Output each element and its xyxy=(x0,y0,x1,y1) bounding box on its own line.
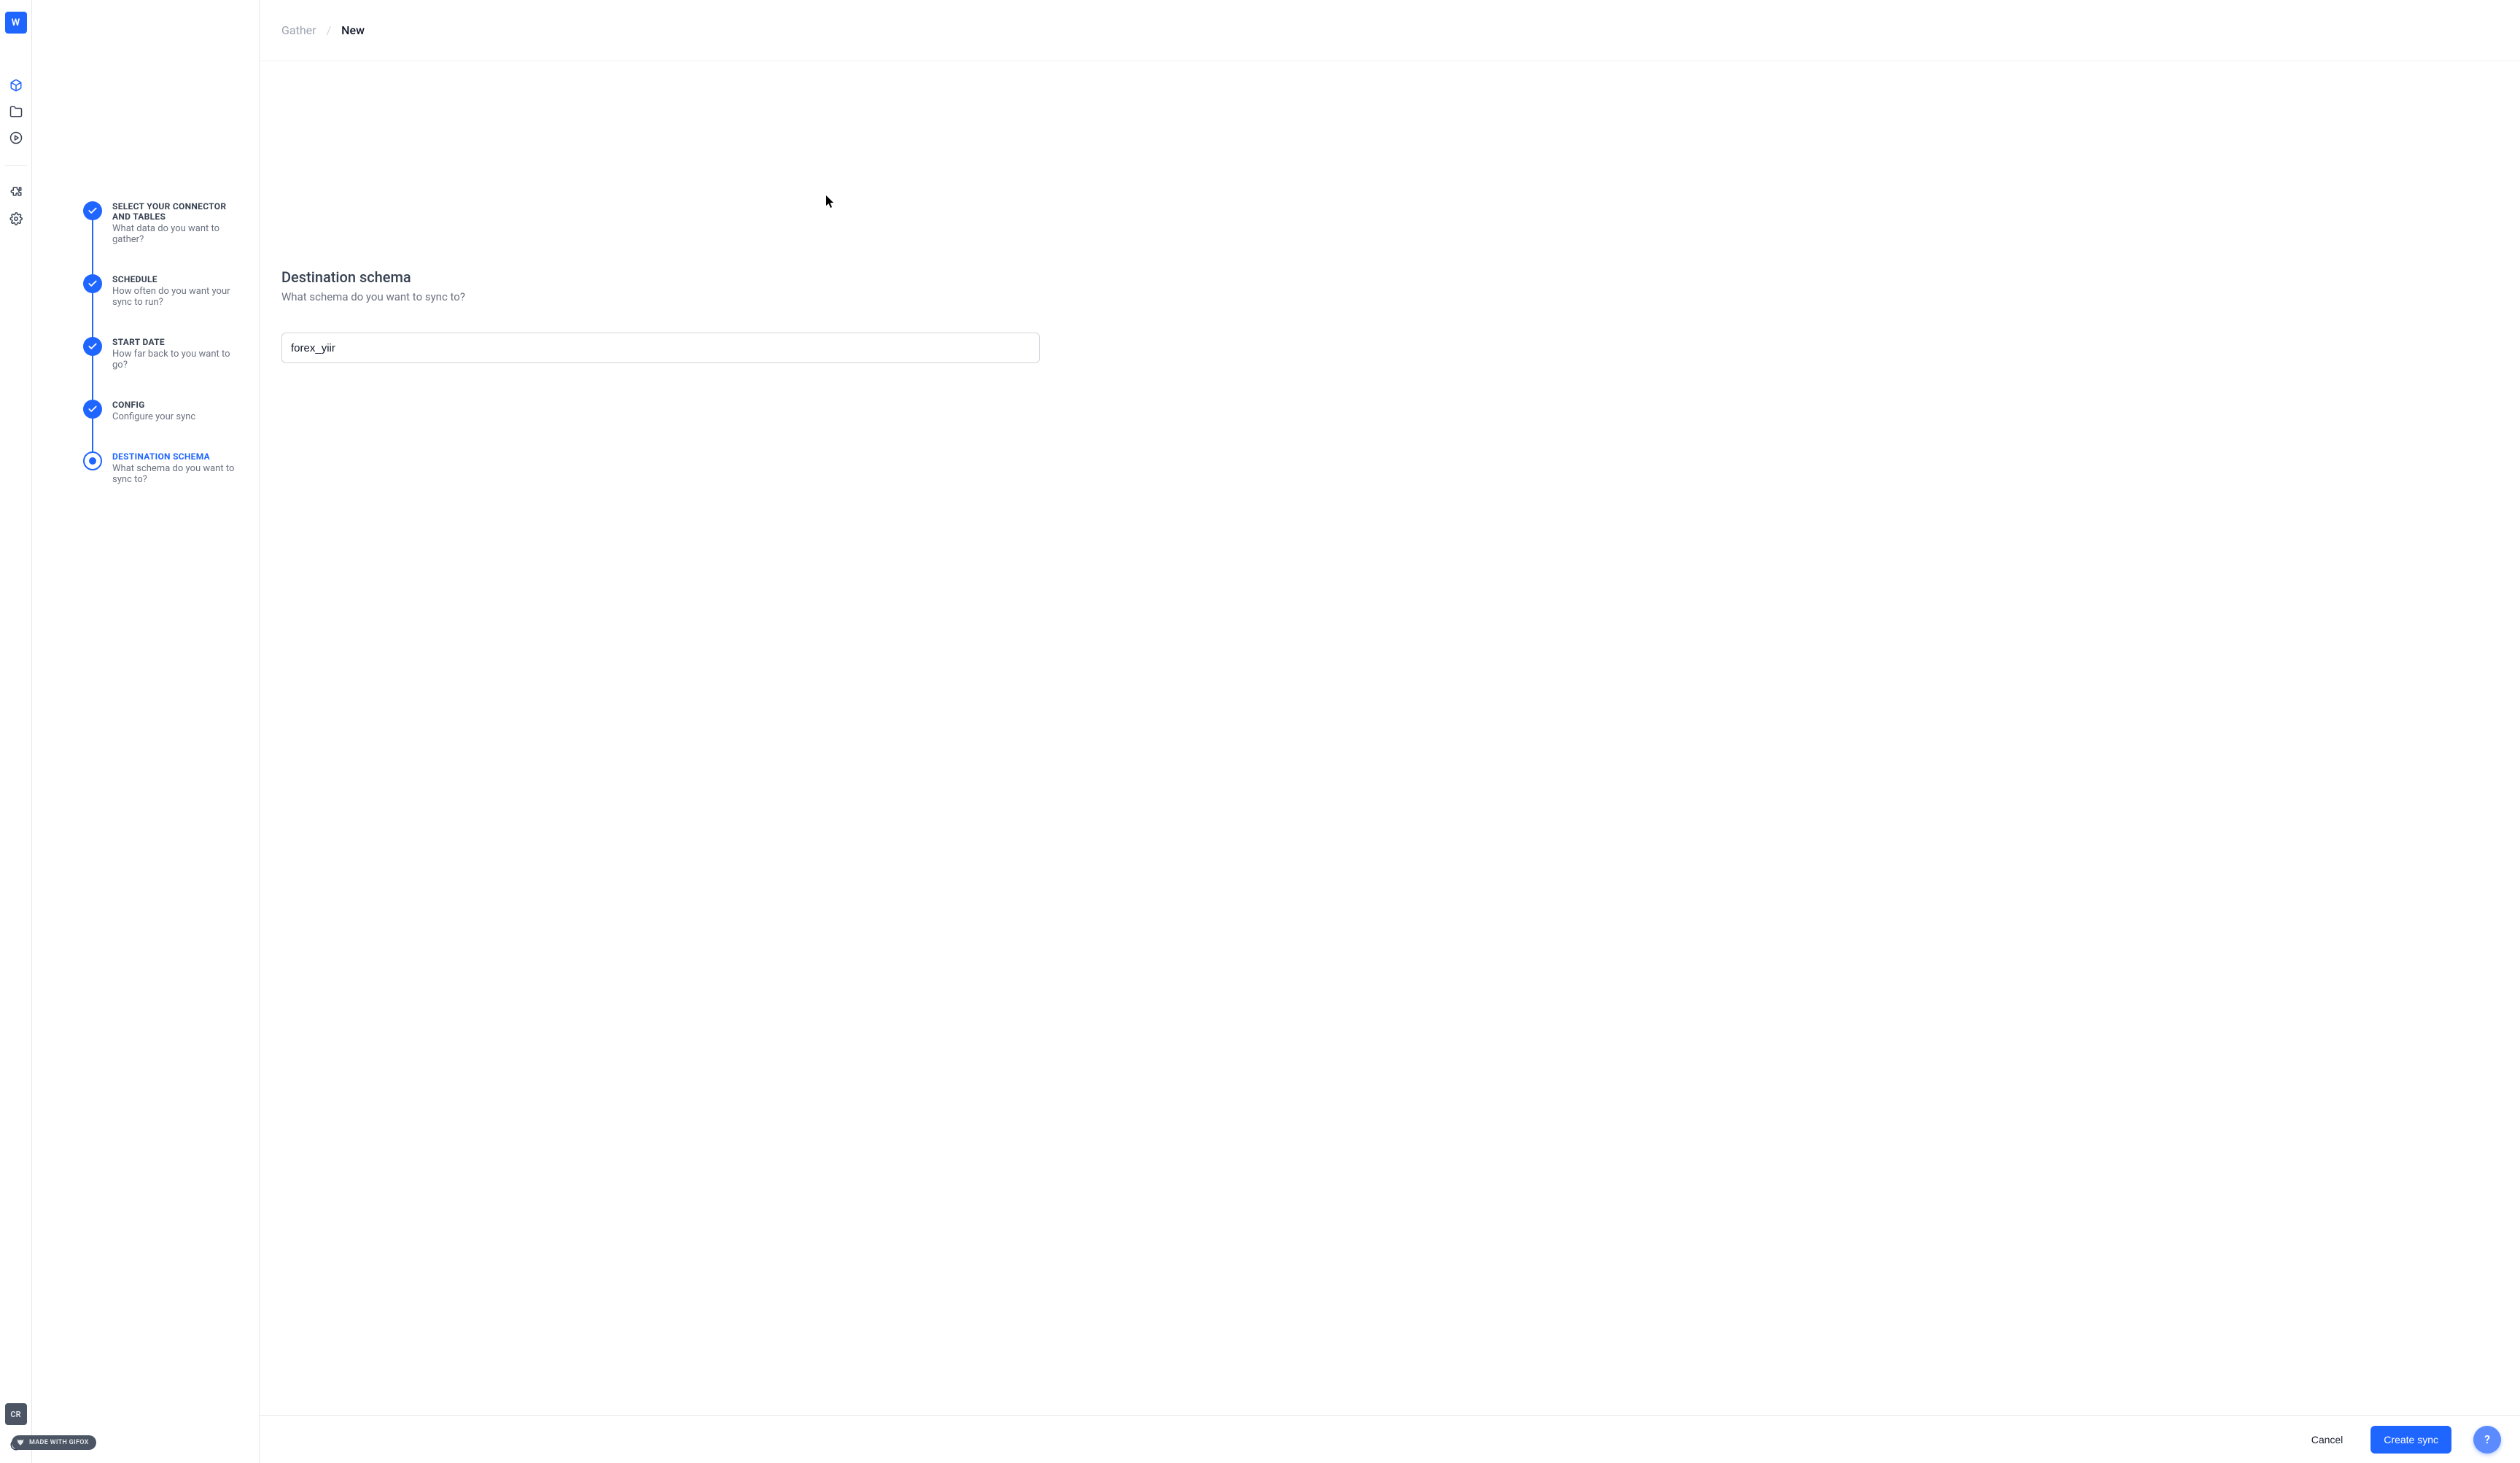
user-avatar-badge[interactable]: CR xyxy=(5,1403,27,1425)
step-title: START DATE xyxy=(112,337,246,347)
cancel-button[interactable]: Cancel xyxy=(2298,1426,2357,1454)
user-initials: CR xyxy=(10,1410,20,1419)
destination-schema-input[interactable] xyxy=(281,333,1040,363)
create-sync-button[interactable]: Create sync xyxy=(2371,1426,2451,1454)
stepper-panel: SELECT YOUR CONNECTOR AND TABLES What da… xyxy=(32,0,260,1463)
current-step-dot-icon xyxy=(83,451,102,470)
step-title: DESTINATION SCHEMA xyxy=(112,451,246,462)
nav-rail: W CR xyxy=(0,0,32,1463)
step-line xyxy=(92,293,93,338)
workspace-logo-badge[interactable]: W xyxy=(5,12,27,34)
nav-rail-top: W xyxy=(5,12,27,225)
folder-icon[interactable] xyxy=(9,105,23,118)
step-destination-schema[interactable]: DESTINATION SCHEMA What schema do you wa… xyxy=(83,451,246,485)
step-line xyxy=(92,419,93,453)
step-title: SCHEDULE xyxy=(112,274,246,284)
footer: Cancel Create sync ? xyxy=(260,1415,2520,1463)
breadcrumb-parent[interactable]: Gather xyxy=(281,23,316,37)
step-line xyxy=(92,356,93,401)
section-title: Destination schema xyxy=(281,268,1040,286)
stepper: SELECT YOUR CONNECTOR AND TABLES What da… xyxy=(83,201,246,485)
breadcrumb-current: New xyxy=(341,23,365,37)
check-icon xyxy=(83,337,102,356)
breadcrumb: Gather / New xyxy=(281,23,365,37)
app-root: W CR xyxy=(0,0,2520,1463)
step-sub: What data do you want to gather? xyxy=(112,223,246,245)
help-icon: ? xyxy=(2484,1432,2490,1446)
step-title: SELECT YOUR CONNECTOR AND TABLES xyxy=(112,201,246,222)
box-icon[interactable] xyxy=(9,79,23,92)
step-text: START DATE How far back to you want to g… xyxy=(102,337,246,370)
step-text: SELECT YOUR CONNECTOR AND TABLES What da… xyxy=(102,201,246,245)
breadcrumb-bar: Gather / New xyxy=(260,0,2520,61)
check-icon xyxy=(83,400,102,419)
puzzle-icon[interactable] xyxy=(9,186,23,199)
breadcrumb-separator: / xyxy=(327,23,332,37)
step-sub: Configure your sync xyxy=(112,411,195,422)
check-icon xyxy=(83,201,102,220)
gifox-watermark: MADE WITH GIFOX xyxy=(12,1435,96,1450)
play-circle-icon[interactable] xyxy=(9,131,23,144)
main: Gather / New Destination schema What sch… xyxy=(260,0,2520,1463)
rail-divider xyxy=(5,165,27,166)
gear-icon[interactable] xyxy=(9,212,23,225)
step-text: CONFIG Configure your sync xyxy=(102,400,195,422)
help-button[interactable]: ? xyxy=(2473,1426,2501,1454)
step-sub: What schema do you want to sync to? xyxy=(112,463,246,485)
step-text: SCHEDULE How often do you want your sync… xyxy=(102,274,246,308)
step-start-date[interactable]: START DATE How far back to you want to g… xyxy=(83,337,246,400)
section-subtitle: What schema do you want to sync to? xyxy=(281,290,1040,303)
step-text: DESTINATION SCHEMA What schema do you wa… xyxy=(102,451,246,485)
workspace-logo-letter: W xyxy=(12,18,20,28)
watermark-text: MADE WITH GIFOX xyxy=(29,1439,89,1446)
step-line xyxy=(92,220,93,276)
content: Destination schema What schema do you wa… xyxy=(260,61,2520,1415)
step-schedule[interactable]: SCHEDULE How often do you want your sync… xyxy=(83,274,246,337)
step-config[interactable]: CONFIG Configure your sync xyxy=(83,400,246,451)
check-icon xyxy=(83,274,102,293)
fox-icon xyxy=(16,1438,25,1447)
step-sub: How often do you want your sync to run? xyxy=(112,286,246,308)
step-sub: How far back to you want to go? xyxy=(112,349,246,370)
destination-schema-section: Destination schema What schema do you wa… xyxy=(281,268,1040,363)
step-connector-tables[interactable]: SELECT YOUR CONNECTOR AND TABLES What da… xyxy=(83,201,246,274)
step-title: CONFIG xyxy=(112,400,195,410)
